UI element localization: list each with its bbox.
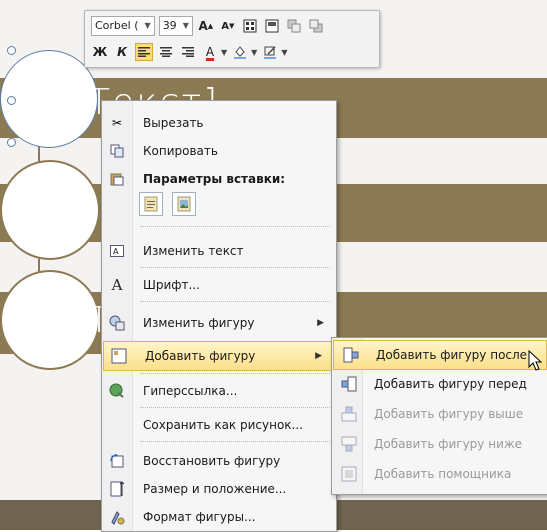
menu-separator (140, 301, 330, 302)
chevron-down-icon[interactable]: ▼ (221, 48, 227, 57)
paste-options-row (139, 192, 196, 216)
change-shape-icon (109, 315, 125, 331)
smartart-circle[interactable] (0, 160, 100, 260)
submenu-item-add-before[interactable]: Добавить фигуру перед (332, 370, 547, 398)
menu-item-label: Вырезать (143, 116, 204, 130)
add-shape-after-icon (343, 347, 359, 363)
resize-handle[interactable] (7, 46, 16, 55)
menu-item-paste-options: Параметры вставки: (102, 165, 336, 193)
grow-font-icon[interactable]: A ▲ (197, 17, 215, 35)
chevron-down-icon: ▼ (144, 21, 151, 30)
bold-button[interactable]: Ж (91, 43, 109, 61)
menu-item-save-as-picture[interactable]: Сохранить как рисунок... (102, 411, 336, 439)
submenu-item-label: Добавить помощника (374, 467, 512, 481)
bring-forward-icon[interactable] (285, 17, 303, 35)
menu-item-label: Добавить фигуру (145, 349, 256, 363)
svg-text:A: A (113, 247, 119, 256)
layout-icon[interactable] (241, 17, 259, 35)
submenu-item-add-assistant[interactable]: Добавить помощника (332, 460, 547, 488)
font-color-button[interactable]: A (201, 43, 219, 61)
shrink-font-icon[interactable]: A ▼ (219, 17, 237, 35)
outline-color-icon[interactable] (261, 43, 279, 61)
menu-item-label: Гиперссылка... (143, 384, 238, 398)
menu-item-hyperlink[interactable]: Гиперссылка... (102, 377, 336, 405)
menu-item-size-position[interactable]: Размер и положение... (102, 475, 336, 503)
size-position-icon (109, 481, 125, 497)
menu-item-label: Шрифт... (143, 278, 200, 292)
mini-toolbar: Corbel ( ▼ 39 ▼ A ▲ A ▼ Ж К A ▼ ▼ ▼ (84, 10, 380, 68)
chevron-down-icon[interactable]: ▼ (281, 48, 287, 57)
paste-as-picture-icon[interactable] (172, 192, 196, 216)
font-size-value: 39 (162, 19, 177, 32)
scissors-icon: ✂ (111, 116, 123, 130)
menu-separator (140, 226, 330, 227)
menu-item-label: Параметры вставки: (143, 172, 286, 186)
italic-button[interactable]: К (113, 43, 131, 61)
send-backward-icon[interactable] (307, 17, 325, 35)
submenu-item-add-above[interactable]: Добавить фигуру выше (332, 400, 547, 428)
chevron-down-icon[interactable]: ▼ (251, 48, 257, 57)
add-shape-before-icon (341, 376, 357, 392)
submenu-item-label: Добавить фигуру выше (374, 407, 524, 421)
align-center-button[interactable] (157, 43, 175, 61)
menu-item-font[interactable]: A Шрифт... (102, 271, 336, 299)
menu-separator (140, 267, 330, 268)
paste-icon (109, 171, 125, 187)
submenu-arrow-icon: ▶ (315, 351, 322, 361)
font-icon: A (111, 276, 123, 294)
font-name-value: Corbel ( (95, 19, 139, 32)
font-size-select[interactable]: 39 ▼ (158, 16, 193, 36)
submenu-arrow-icon: ▶ (317, 318, 324, 328)
menu-item-cut[interactable]: ✂ Вырезать (102, 109, 336, 137)
menu-item-format-shape[interactable]: Формат фигуры... (102, 503, 336, 531)
context-menu: ✂ Вырезать Копировать Параметры вставки:… (101, 100, 337, 532)
menu-item-label: Сохранить как рисунок... (143, 418, 303, 432)
menu-item-label: Размер и положение... (143, 482, 287, 496)
menu-item-label: Изменить текст (143, 244, 244, 258)
submenu-item-add-after[interactable]: Добавить фигуру после (333, 340, 547, 370)
hyperlink-icon (109, 383, 125, 399)
menu-item-add-shape[interactable]: Добавить фигуру ▶ (103, 341, 335, 371)
chevron-down-icon: ▼ (182, 21, 189, 30)
menu-item-edit-text[interactable]: A Изменить текст (102, 237, 336, 265)
menu-item-label: Копировать (143, 144, 218, 158)
align-left-button[interactable] (135, 43, 153, 61)
reset-shape-icon (109, 453, 125, 469)
add-shape-below-icon (341, 436, 357, 452)
paste-keep-format-icon[interactable] (139, 192, 163, 216)
add-shape-above-icon (341, 406, 357, 422)
submenu-item-label: Добавить фигуру после (376, 348, 528, 362)
add-shape-icon (111, 348, 127, 364)
resize-handle[interactable] (7, 96, 16, 105)
menu-separator (140, 407, 330, 408)
menu-item-change-shape[interactable]: Изменить фигуру ▶ (102, 309, 336, 337)
copy-icon (109, 143, 125, 159)
fill-color-icon[interactable] (231, 43, 249, 61)
menu-item-copy[interactable]: Копировать (102, 137, 336, 165)
submenu-item-label: Добавить фигуру перед (374, 377, 527, 391)
menu-item-label: Изменить фигуру (143, 316, 255, 330)
edit-text-icon: A (109, 243, 125, 259)
menu-item-label: Формат фигуры... (143, 510, 256, 524)
menu-item-reset-shape[interactable]: Восстановить фигуру (102, 447, 336, 475)
mouse-cursor-icon (528, 350, 543, 371)
menu-item-label: Восстановить фигуру (143, 454, 281, 468)
format-shape-icon (109, 509, 125, 525)
menu-separator (140, 441, 330, 442)
font-name-select[interactable]: Corbel ( ▼ (91, 16, 155, 36)
add-assistant-icon (341, 466, 357, 482)
align-right-button[interactable] (179, 43, 197, 61)
quick-styles-icon[interactable] (263, 17, 281, 35)
menu-separator (140, 373, 330, 374)
resize-handle[interactable] (7, 138, 16, 147)
submenu-item-add-below[interactable]: Добавить фигуру ниже (332, 430, 547, 458)
submenu-item-label: Добавить фигуру ниже (374, 437, 523, 451)
add-shape-submenu: Добавить фигуру после Добавить фигуру пе… (331, 337, 547, 495)
